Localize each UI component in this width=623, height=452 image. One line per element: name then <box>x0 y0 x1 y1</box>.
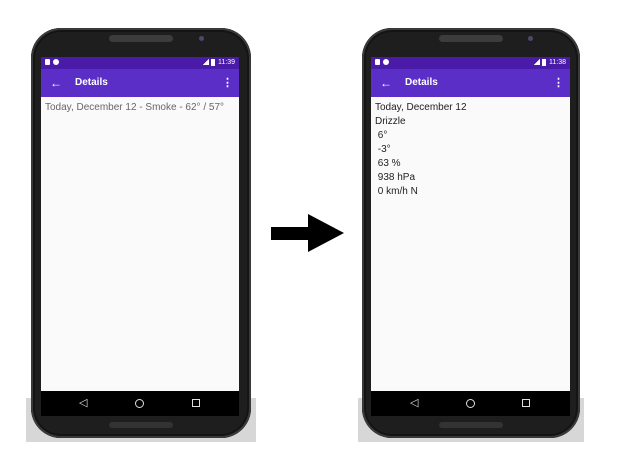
left-screen: 11:39 ← Details ⋮ Today, December 12 - S… <box>41 57 239 416</box>
nav-home-icon[interactable] <box>135 399 144 408</box>
alarm-icon <box>53 59 59 66</box>
left-camera <box>199 36 204 41</box>
right-nav-bar: ◁ <box>371 391 570 416</box>
right-status-bar: 11:38 <box>371 57 570 69</box>
left-status-bar: 11:39 <box>41 57 239 69</box>
status-time: 11:39 <box>218 59 235 66</box>
transition-arrow-head <box>308 214 344 252</box>
low-temp: -3° <box>375 144 391 155</box>
nav-home-icon[interactable] <box>466 399 475 408</box>
transition-arrow-icon <box>271 227 313 240</box>
nav-recent-icon[interactable] <box>192 399 200 407</box>
humidity: 63 % <box>375 158 401 169</box>
sim-icon <box>375 59 380 66</box>
overflow-menu-icon[interactable]: ⋮ <box>222 69 233 97</box>
signal-icon <box>534 59 540 66</box>
nav-back-icon[interactable]: ◁ <box>79 391 87 416</box>
weather-summary-line: Today, December 12 - Smoke - 62° / 57° <box>45 102 225 113</box>
left-bottom-speaker <box>109 422 173 428</box>
nav-recent-icon[interactable] <box>522 399 530 407</box>
left-content: Today, December 12 - Smoke - 62° / 57° <box>45 101 233 115</box>
left-phone-frame: 11:39 ← Details ⋮ Today, December 12 - S… <box>31 28 251 438</box>
sim-icon <box>45 59 50 66</box>
pressure: 938 hPa <box>375 172 416 183</box>
right-phone-frame: 11:38 ← Details ⋮ Today, December 12 Dri… <box>362 28 580 438</box>
battery-icon <box>542 58 546 66</box>
left-app-bar: ← Details ⋮ <box>41 69 239 97</box>
right-screen: 11:38 ← Details ⋮ Today, December 12 Dri… <box>371 57 570 416</box>
nav-back-icon[interactable]: ◁ <box>410 391 418 416</box>
condition-label: Drizzle <box>375 116 406 127</box>
signal-icon <box>203 59 209 66</box>
left-nav-bar: ◁ <box>41 391 239 416</box>
right-content: Today, December 12 Drizzle 6° -3° 63 % 9… <box>375 101 564 199</box>
date-label: Today, December 12 <box>375 102 467 113</box>
right-camera <box>528 36 533 41</box>
arrow-left-icon[interactable]: ← <box>50 69 62 97</box>
page-title: Details <box>405 77 438 88</box>
left-top-speaker <box>109 35 173 42</box>
battery-icon <box>211 58 215 66</box>
arrow-left-icon[interactable]: ← <box>380 69 392 97</box>
wind: 0 km/h N <box>375 186 418 197</box>
right-bottom-speaker <box>439 422 503 428</box>
high-temp: 6° <box>375 130 388 141</box>
right-app-bar: ← Details ⋮ <box>371 69 570 97</box>
overflow-menu-icon[interactable]: ⋮ <box>553 69 564 97</box>
page-title: Details <box>75 77 108 88</box>
alarm-icon <box>383 59 389 66</box>
status-time: 11:38 <box>549 59 566 66</box>
right-top-speaker <box>439 35 503 42</box>
